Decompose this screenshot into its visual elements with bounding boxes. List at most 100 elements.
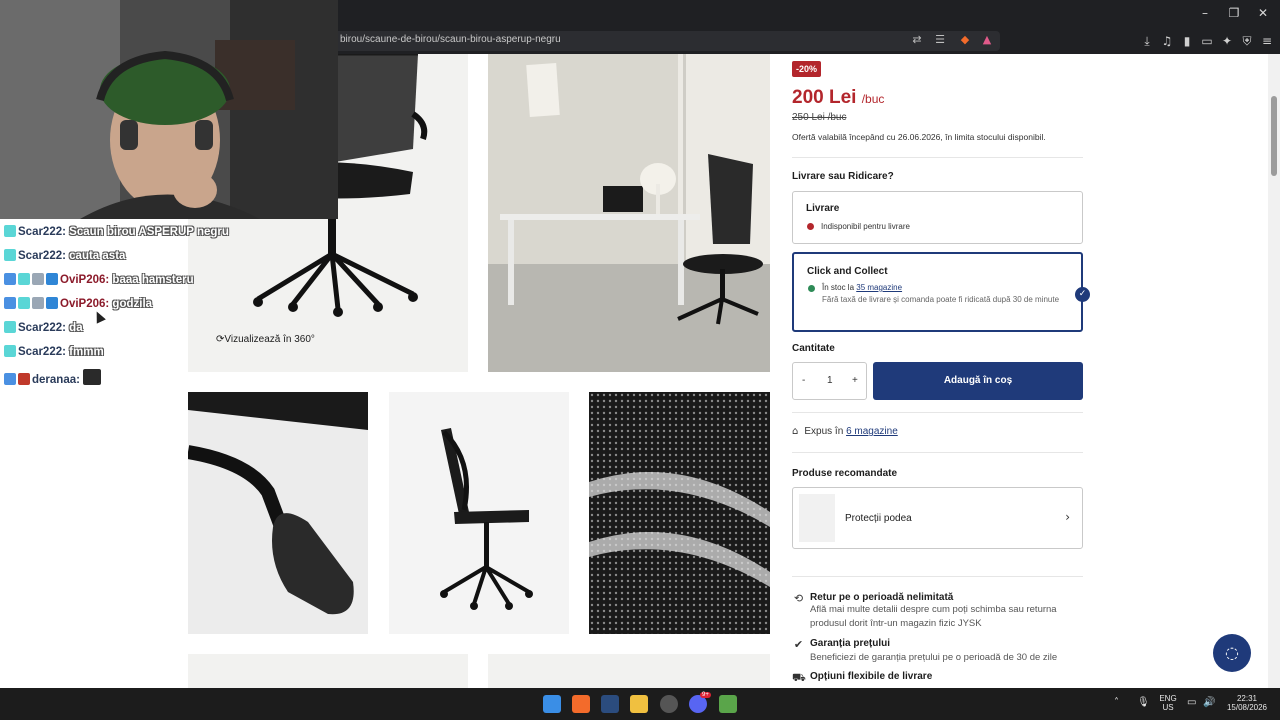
steam-icon[interactable]	[601, 695, 619, 713]
subscriber-badge-icon	[4, 249, 16, 261]
minecraft-icon[interactable]	[719, 695, 737, 713]
delivery-option-click-collect[interactable]: Click and Collect În stoc la 35 magazine…	[792, 252, 1083, 332]
stock-prefix: În stoc la	[822, 283, 857, 292]
store-icon: ⌂	[792, 426, 799, 437]
recommended-label: Protecții podea	[845, 513, 912, 524]
moderator-sword-icon	[4, 273, 16, 285]
quantity-value[interactable]: 1	[827, 375, 833, 386]
chat-username: Scar222:	[18, 346, 66, 358]
selected-check-icon: ✓	[1075, 287, 1090, 302]
recommended-thumbnail	[799, 494, 835, 542]
feature-title: Garanția prețului	[810, 638, 891, 649]
room-scene-illustration	[488, 54, 770, 372]
status-dot-available	[808, 285, 815, 292]
divider	[792, 452, 1083, 453]
microphone-icon[interactable]: 🎙	[1137, 697, 1150, 708]
discord-notification-badge: 9+	[700, 692, 711, 698]
subscriber-badge-icon	[18, 297, 30, 309]
price-unit: /buc	[861, 92, 885, 106]
emote-image	[82, 369, 101, 385]
streamer-camera-illustration	[0, 0, 338, 219]
quantity-stepper: - 1 +	[792, 362, 867, 400]
chat-support-button[interactable]: ◌	[1213, 634, 1251, 672]
clock-date: 15/08/2026	[1226, 703, 1268, 712]
chat-username: Scar222:	[18, 322, 66, 334]
reader-mode-icon[interactable]: ☰	[933, 33, 947, 47]
cube-badge-icon	[46, 297, 58, 309]
volume-icon[interactable]: 🔊	[1203, 697, 1215, 708]
product-image-side[interactable]	[389, 392, 569, 634]
quantity-increase-button[interactable]: +	[852, 375, 858, 386]
leo-ai-icon[interactable]: ✦	[1219, 33, 1235, 49]
brave-browser-icon[interactable]	[572, 695, 590, 713]
subscriber-badge-icon	[4, 225, 16, 237]
divider	[792, 157, 1083, 158]
chat-username: Scar222:	[18, 226, 66, 238]
gift-badge-icon	[32, 297, 44, 309]
tray-chevron-icon[interactable]: ˄	[1114, 697, 1119, 708]
cube-badge-icon	[46, 273, 58, 285]
exposure-prefix: Expus în	[804, 426, 847, 437]
chat-text: da	[65, 322, 83, 334]
recommended-item[interactable]: Protecții podea ›	[792, 487, 1083, 549]
scrollbar-thumb[interactable]	[1271, 96, 1277, 176]
downloads-icon[interactable]: ⤓	[1139, 33, 1155, 49]
recommended-heading: Produse recomandate	[792, 468, 898, 479]
language-indicator[interactable]: ENG US	[1158, 694, 1178, 712]
mesh-closeup-illustration	[589, 392, 770, 634]
chevron-right-icon: ›	[1065, 510, 1070, 524]
file-explorer-icon[interactable]	[630, 695, 648, 713]
wallet-icon[interactable]: ▭	[1199, 33, 1215, 49]
badge-check-icon: ✔	[793, 638, 804, 651]
brave-shield-icon[interactable]: ◆	[958, 33, 972, 47]
media-icon[interactable]: ♫	[1159, 33, 1175, 49]
feature-title: Retur pe o perioadă nelimitată	[810, 592, 954, 603]
add-to-cart-button[interactable]: Adaugă în coș	[873, 362, 1083, 400]
stores-link[interactable]: 35 magazine	[856, 283, 902, 292]
translate-icon[interactable]: ⇄	[910, 33, 924, 47]
product-image-room[interactable]	[488, 54, 770, 372]
url-text[interactable]: birou/scaune-de-birou/scaun-birou-asperu…	[340, 34, 561, 45]
product-image-row3-right[interactable]	[488, 654, 770, 688]
chat-message: Scar222: fmmm	[4, 345, 104, 361]
click-collect-title: Click and Collect	[807, 266, 888, 277]
chat-message: deranaa:	[4, 369, 103, 386]
clock[interactable]: 22:31 15/08/2026	[1222, 694, 1272, 712]
price: 200 Lei /buc	[792, 87, 884, 109]
quantity-heading: Cantitate	[792, 343, 835, 354]
price-value: 200 Lei	[792, 87, 857, 108]
click-collect-description: Fără taxă de livrare și comanda poate fi…	[822, 295, 1060, 304]
truck-icon: ⛟	[792, 671, 806, 684]
rewards-icon[interactable]: ▲	[980, 33, 994, 47]
product-image-mesh[interactable]	[589, 392, 770, 634]
feature-desc: Află mai multe detalii despre cum poți s…	[810, 604, 1057, 629]
delivery-heading: Livrare sau Ridicare?	[792, 171, 894, 182]
moderator-sword-icon	[4, 297, 16, 309]
chat-text: godzila	[109, 298, 153, 310]
view-360-button[interactable]: ⟳Vizualizează în 360°	[216, 334, 315, 345]
feature-desc: Beneficiezi de garanția prețului pe o pe…	[810, 652, 1058, 663]
moderator-sword-icon	[4, 373, 16, 385]
chair-side-illustration	[389, 392, 569, 634]
network-icon[interactable]: ▭	[1187, 697, 1196, 708]
chat-message: OviP206: baaa hamsteru	[4, 273, 194, 289]
obs-icon[interactable]	[660, 695, 678, 713]
exposure-stores-link[interactable]: 6 magazine	[846, 426, 898, 437]
menu-icon[interactable]: ≡	[1259, 33, 1275, 49]
vpn-icon[interactable]: ⛨	[1239, 33, 1255, 49]
chat-text: fmmm	[65, 346, 104, 358]
divider	[792, 576, 1083, 577]
sidebar-icon[interactable]: ▮	[1179, 33, 1195, 49]
product-image-armrest[interactable]	[188, 392, 368, 634]
webcam-overlay	[0, 0, 338, 219]
subscriber-badge-icon	[18, 273, 30, 285]
offer-note: Ofertă valabilă începând cu 26.06.2026, …	[792, 132, 1046, 142]
old-price: 250 Lei /buc	[792, 112, 847, 123]
product-image-row3-left[interactable]	[188, 654, 468, 688]
subscriber-badge-icon	[4, 345, 16, 357]
quantity-decrease-button[interactable]: -	[802, 375, 805, 386]
delivery-option-livrare[interactable]: Livrare Indisponibil pentru livrare	[792, 191, 1083, 244]
close-button[interactable]: ✕	[1246, 4, 1280, 22]
windows-start-icon[interactable]	[543, 695, 561, 713]
clock-time: 22:31	[1236, 694, 1258, 703]
